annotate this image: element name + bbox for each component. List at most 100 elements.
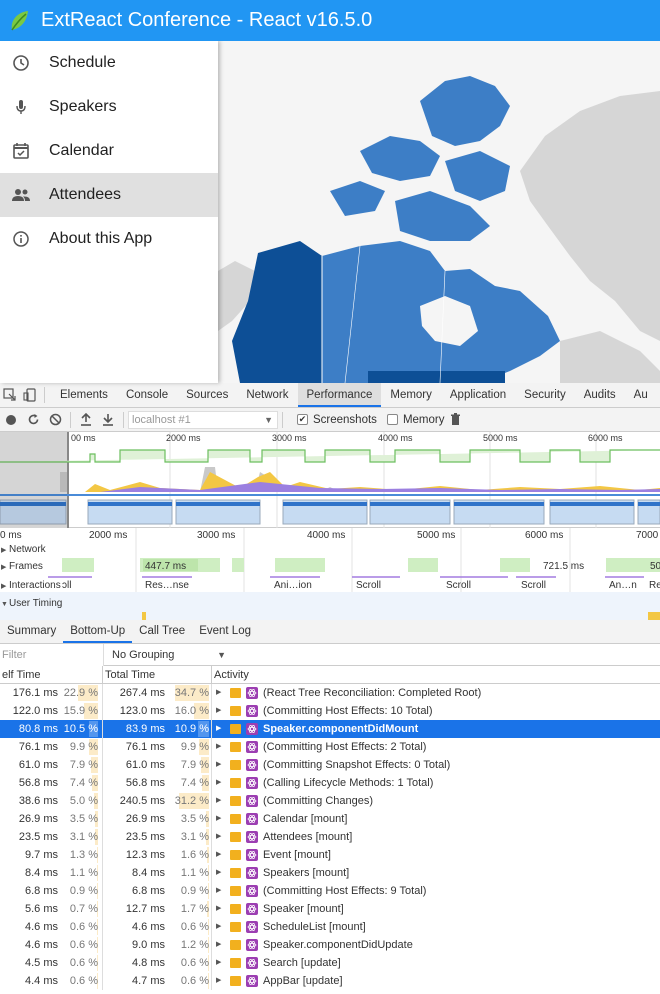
expand-triangle-icon[interactable]: ▶ [216, 864, 224, 882]
table-row[interactable]: 9.7 ms 1.3 % 12.3 ms 1.6 % ▶ Event [mount] [0, 846, 660, 864]
table-row[interactable]: 176.1 ms 22.9 % 267.4 ms 34.7 % ▶ (React Tr… [0, 684, 660, 702]
table-row[interactable]: 38.6 ms 5.0 % 240.5 ms 31.2 % ▶ (Committing… [0, 792, 660, 810]
self-time-cell: 4.5 ms 0.6 % [0, 954, 103, 972]
activity-cell: ▶ Speakers [mount] [212, 864, 660, 882]
clear-icon[interactable] [44, 409, 66, 431]
tab-console[interactable]: Console [117, 383, 177, 407]
tab-elements[interactable]: Elements [51, 383, 117, 407]
overview-tick: 4000 ms [378, 433, 413, 443]
trash-icon[interactable] [444, 409, 466, 431]
profile-select[interactable]: localhost #1 ▼ [128, 410, 278, 429]
expand-triangle-icon[interactable]: ▶ [216, 756, 224, 774]
expand-triangle-icon[interactable]: ▶ [216, 684, 224, 702]
folder-icon [230, 868, 241, 878]
expand-triangle-icon[interactable]: ▶ [216, 972, 224, 990]
expand-triangle-icon[interactable]: ▶ [216, 882, 224, 900]
table-row[interactable]: 23.5 ms 3.1 % 23.5 ms 3.1 % ▶ Attendees [mo… [0, 828, 660, 846]
nav-item-speakers[interactable]: Speakers [0, 85, 218, 129]
timeline-tick: 5000 ms [417, 530, 455, 541]
timeline-overview[interactable]: 00 ms 2000 ms 3000 ms 4000 ms 5000 ms 60… [0, 432, 660, 528]
expand-triangle-icon[interactable]: ▶ [216, 702, 224, 720]
table-row[interactable]: 4.5 ms 0.6 % 4.8 ms 0.6 % ▶ Search [update] [0, 954, 660, 972]
nav-item-schedule[interactable]: Schedule [0, 41, 218, 85]
self-time-cell: 176.1 ms 22.9 % [0, 684, 103, 702]
expand-triangle-icon[interactable]: ▶ [216, 720, 224, 738]
frame-duration-label: 50 [650, 561, 660, 572]
nav-item-label: About this App [49, 230, 153, 247]
table-row[interactable]: 76.1 ms 9.9 % 76.1 ms 9.9 % ▶ (Committing H… [0, 738, 660, 756]
expand-triangle-icon[interactable]: ▶ [216, 828, 224, 846]
expand-triangle-icon[interactable]: ▶ [216, 846, 224, 864]
tab-audits[interactable]: Audits [575, 383, 625, 407]
overview-canvas: 00 ms 2000 ms 3000 ms 4000 ms 5000 ms 60… [0, 432, 660, 528]
table-row[interactable]: 80.8 ms 10.5 % 83.9 ms 10.9 % ▶ Speaker.com… [0, 720, 660, 738]
tab-memory[interactable]: Memory [381, 383, 441, 407]
tab-application[interactable]: Application [441, 383, 515, 407]
self-time-value: 61.0 ms [18, 759, 58, 771]
expand-triangle-icon[interactable]: ▶ [216, 774, 224, 792]
tab-performance[interactable]: Performance [297, 383, 382, 407]
tab-call-tree[interactable]: Call Tree [132, 619, 192, 643]
tab-summary[interactable]: Summary [0, 619, 63, 643]
grouping-select[interactable]: No Grouping ▼ [112, 646, 230, 664]
record-icon[interactable] [0, 409, 22, 431]
column-header-activity[interactable]: Activity [212, 666, 660, 684]
activity-cell: ▶ Event [mount] [212, 846, 660, 864]
tab-bottom-up[interactable]: Bottom-Up [63, 619, 133, 643]
expand-triangle-icon[interactable]: ▶ [216, 900, 224, 918]
table-row[interactable]: 5.6 ms 0.7 % 12.7 ms 1.7 % ▶ Speaker [mount… [0, 900, 660, 918]
expand-triangle-icon[interactable]: ▶ [216, 792, 224, 810]
frame-duration-label: 721.5 ms [543, 561, 584, 572]
column-header-total-time[interactable]: Total Time [103, 666, 212, 684]
inspect-element-icon[interactable] [0, 383, 20, 407]
memory-checkbox[interactable]: Memory [386, 414, 444, 426]
activity-label: Speaker [mount] [263, 903, 344, 915]
column-header-self-time[interactable]: elf Time [0, 666, 103, 684]
self-time-percent: 0.6 % [69, 955, 98, 971]
table-row[interactable]: 4.6 ms 0.6 % 4.6 ms 0.6 % ▶ ScheduleList [m… [0, 918, 660, 936]
total-time-cell: 61.0 ms 7.9 % [103, 756, 212, 774]
timeline-tracks[interactable]: 0 ms 2000 ms 3000 ms 4000 ms 5000 ms 600… [0, 528, 660, 620]
table-row[interactable]: 26.9 ms 3.5 % 26.9 ms 3.5 % ▶ Calendar [mou… [0, 810, 660, 828]
clock-icon [10, 52, 32, 74]
expand-triangle-icon[interactable]: ▶ [216, 810, 224, 828]
total-time-percent: 1.2 % [180, 937, 209, 953]
total-time-percent: 1.6 % [180, 847, 209, 863]
expand-triangle-icon[interactable]: ▶ [216, 738, 224, 756]
table-row[interactable]: 61.0 ms 7.9 % 61.0 ms 7.9 % ▶ (Committing S… [0, 756, 660, 774]
table-row[interactable]: 6.8 ms 0.9 % 6.8 ms 0.9 % ▶ (Committing Hos… [0, 882, 660, 900]
tab-event-log[interactable]: Event Log [192, 619, 258, 643]
table-row[interactable]: 122.0 ms 15.9 % 123.0 ms 16.0 % ▶ (Committi… [0, 702, 660, 720]
reload-icon[interactable] [22, 409, 44, 431]
save-profile-icon[interactable] [97, 409, 119, 431]
table-row[interactable]: 8.4 ms 1.1 % 8.4 ms 1.1 % ▶ Speakers [mount… [0, 864, 660, 882]
table-row[interactable]: 4.4 ms 0.6 % 4.7 ms 0.6 % ▶ AppBar [update] [0, 972, 660, 990]
tab-sources[interactable]: Sources [177, 383, 237, 407]
table-header: elf Time Total Time Activity [0, 666, 660, 684]
nav-item-attendees[interactable]: Attendees [0, 173, 218, 217]
profile-select-value: localhost #1 [132, 413, 191, 426]
screenshots-checkbox[interactable]: ✔ Screenshots [297, 414, 377, 426]
screenshots-label: Screenshots [313, 413, 377, 426]
interaction-label: Scroll [446, 580, 471, 591]
nav-item-calendar[interactable]: Calendar [0, 129, 218, 173]
tab-truncated[interactable]: Au [625, 383, 657, 407]
expand-triangle-icon[interactable]: ▶ [216, 918, 224, 936]
total-time-percent: 0.6 % [180, 955, 209, 971]
filter-input[interactable] [0, 643, 104, 666]
interaction-label: Scroll [521, 580, 546, 591]
interaction-label: Re [649, 580, 660, 591]
load-profile-icon[interactable] [75, 409, 97, 431]
table-row[interactable]: 56.8 ms 7.4 % 56.8 ms 7.4 % ▶ (Calling Life… [0, 774, 660, 792]
nav-item-about[interactable]: About this App [0, 217, 218, 261]
table-row[interactable]: 4.6 ms 0.6 % 9.0 ms 1.2 % ▶ Speaker.compone… [0, 936, 660, 954]
overview-tick: 3000 ms [272, 433, 307, 443]
expand-triangle-icon[interactable]: ▶ [216, 954, 224, 972]
nav-item-label: Schedule [49, 54, 116, 71]
tab-security[interactable]: Security [515, 383, 575, 407]
self-time-cell: 76.1 ms 9.9 % [0, 738, 103, 756]
tab-network[interactable]: Network [237, 383, 297, 407]
self-time-percent: 5.0 % [69, 793, 98, 809]
device-toolbar-icon[interactable] [20, 383, 40, 407]
expand-triangle-icon[interactable]: ▶ [216, 936, 224, 954]
